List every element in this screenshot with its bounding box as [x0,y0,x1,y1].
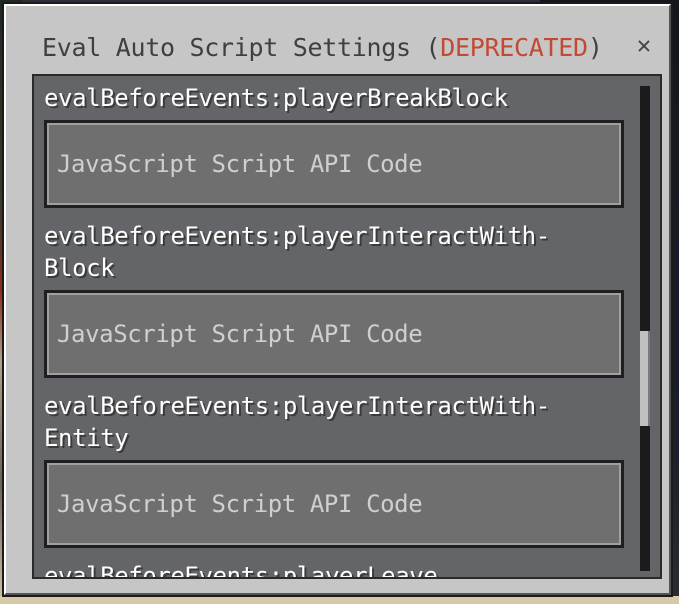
close-icon[interactable]: ✕ [633,30,655,60]
event-label-player-leave: evalBeforeEvents:playerLeave [44,562,438,579]
scrollbar-track[interactable] [640,86,650,571]
player-interact-with-entity-code-input[interactable] [55,473,621,535]
world-floor-strip [0,596,679,604]
event-list: evalBeforeEvents:playerBreakBlock evalBe… [44,82,634,579]
code-field-container [44,120,624,208]
code-field-container [44,290,624,378]
code-field-container [44,460,624,548]
dialog-title-close-paren: ) [587,33,603,62]
scrollbar-thumb[interactable] [640,331,650,426]
event-label-player-interact-with-block: evalBeforeEvents:playerInteractWith- Blo… [44,222,550,282]
deprecated-badge: DEPRECATED [440,33,588,62]
player-break-block-code-input[interactable] [55,133,621,195]
dialog-title: Eval Auto Script Settings (DEPRECATED) [42,30,603,66]
settings-scroll-area[interactable]: evalBeforeEvents:playerBreakBlock evalBe… [32,74,662,579]
player-interact-with-block-code-input[interactable] [55,303,621,365]
event-label-player-interact-with-entity: evalBeforeEvents:playerInteractWith- Ent… [44,392,550,452]
dialog-title-text: Eval Auto Script Settings ( [42,33,441,62]
settings-dialog: Eval Auto Script Settings (DEPRECATED) ✕… [4,4,671,595]
event-label-player-break-block: evalBeforeEvents:playerBreakBlock [44,84,508,112]
